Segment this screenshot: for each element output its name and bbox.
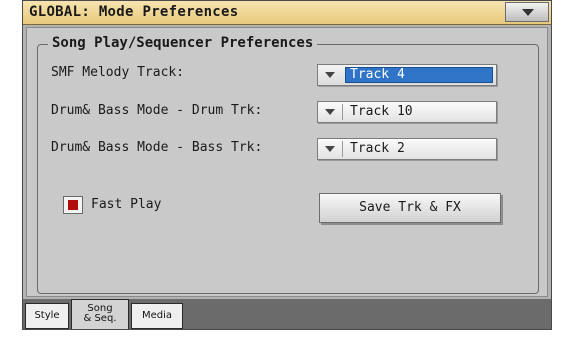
page-title: GLOBAL: Mode Preferences: [29, 4, 239, 20]
smf-melody-track-value: Track 4: [350, 67, 405, 82]
content-panel: Song Play/Sequencer Preferences SMF Melo…: [26, 27, 548, 297]
fast-play-label: Fast Play: [91, 197, 162, 212]
group-title: Song Play/Sequencer Preferences: [48, 35, 318, 51]
bass-trk-dropdown[interactable]: Track 2: [317, 138, 497, 160]
bass-trk-label: Drum& Bass Mode - Bass Trk:: [51, 140, 263, 155]
smf-melody-track-label: SMF Melody Track:: [51, 65, 185, 80]
drum-trk-value: Track 10: [350, 104, 413, 119]
screen: GLOBAL: Mode Preferences Song Play/Seque…: [22, 0, 552, 330]
drum-trk-label: Drum& Bass Mode - Drum Trk:: [51, 103, 263, 118]
bass-trk-value: Track 2: [350, 141, 405, 156]
smf-melody-track-dropdown[interactable]: Track 4: [317, 64, 497, 86]
dropdown-separator: [342, 141, 343, 157]
tab-media[interactable]: Media: [131, 303, 183, 329]
checkbox-checked-mark: [68, 200, 78, 210]
drum-trk-dropdown[interactable]: Track 10: [317, 101, 497, 123]
page-menu-button[interactable]: [505, 2, 549, 22]
fast-play-checkbox[interactable]: [63, 196, 83, 214]
tab-media-label: Media: [141, 310, 173, 321]
title-bar: GLOBAL: Mode Preferences: [23, 1, 551, 25]
dropdown-separator: [342, 104, 343, 120]
dropdown-arrow-icon: [325, 109, 335, 115]
tab-song-seq-label-line2: & Seq.: [83, 313, 117, 324]
tab-style-label: Style: [34, 310, 60, 321]
dropdown-arrow-icon: [325, 72, 335, 78]
tab-style[interactable]: Style: [25, 303, 69, 329]
song-play-sequencer-group: Song Play/Sequencer Preferences SMF Melo…: [37, 35, 539, 294]
dropdown-arrow-icon: [325, 146, 335, 152]
save-trk-fx-button[interactable]: Save Trk & FX: [319, 193, 501, 223]
tab-song-seq[interactable]: Song & Seq.: [71, 299, 129, 329]
tab-bar: Style Song & Seq. Media: [23, 299, 551, 329]
triangle-down-icon: [522, 9, 534, 16]
